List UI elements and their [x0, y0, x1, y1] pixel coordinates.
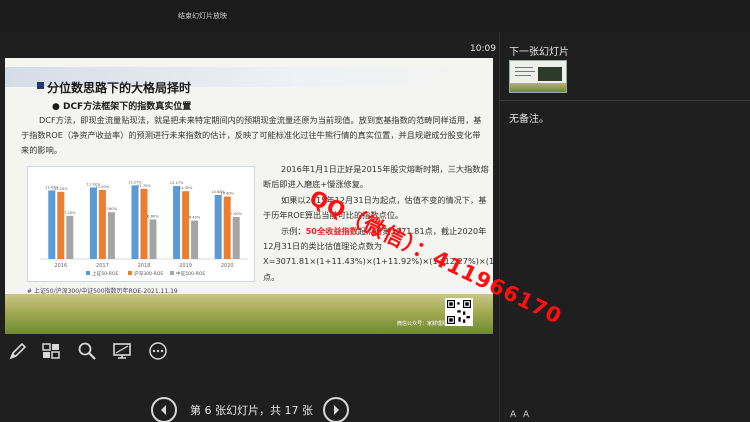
arrow-right-icon — [334, 405, 339, 415]
bar-label: 6.40% — [189, 216, 201, 220]
bar-2016-0 — [48, 190, 56, 259]
bar-2017-1 — [98, 190, 106, 259]
bar-2018-1 — [140, 188, 148, 259]
slide-counter[interactable]: 第 6 张幻灯片，共 17 张 — [190, 402, 313, 418]
font-size-adjust[interactable]: A A — [510, 410, 531, 420]
title-bullet — [37, 82, 44, 89]
bar-label: 7.80% — [106, 207, 118, 211]
bar-label: 11.70% — [137, 184, 151, 188]
bar-2019-1 — [182, 191, 190, 259]
more-icon[interactable] — [147, 340, 169, 362]
panel-separator — [499, 32, 500, 422]
bar-label: 6.60% — [147, 214, 159, 218]
bar-2019-2 — [191, 220, 199, 259]
qr-label: 微信公众号：家财理财说 — [397, 321, 453, 327]
next-slide-label: 下一张幻灯片 — [509, 47, 569, 58]
example-prefix: 示例： — [281, 225, 306, 236]
grass-background — [5, 294, 493, 334]
arrow-left-icon — [161, 405, 166, 415]
presenter-toolbar: 结束幻灯片放映 — [0, 0, 750, 32]
bar-2017-2 — [107, 212, 115, 259]
legend-swatch — [86, 271, 90, 275]
legend-label: 中证500-ROE — [176, 270, 205, 277]
bar-2020-1 — [223, 196, 231, 259]
thumb-chart — [538, 67, 562, 81]
bar-2020-0 — [214, 194, 222, 259]
slide-paragraph: DCF方法，即现金流量贴现法，就是把未来特定期间内的预期现金流量还原为当前现值。… — [21, 115, 482, 155]
bar-label: 11.50% — [96, 185, 110, 189]
slide-title: 分位数思路下的大格局择时 — [47, 81, 192, 95]
bar-label: 10.40% — [220, 192, 234, 196]
pen-icon[interactable] — [7, 340, 29, 362]
x-tick-label: 2020 — [221, 263, 234, 269]
bar-label: 12.17% — [170, 181, 184, 185]
right-paragraph-1: 2016年1月1日正好是2015年股灾熔断时期，三大指数熔断后即进入磨底+慢涨修… — [263, 164, 489, 190]
legend-swatch — [128, 271, 132, 275]
legend-label: 上证50-ROE — [92, 270, 118, 277]
panel-divider — [500, 100, 750, 101]
slides-grid-icon[interactable] — [40, 340, 62, 362]
previous-slide-button[interactable] — [151, 397, 177, 422]
x-tick-label: 2016 — [54, 263, 67, 269]
next-slide-thumbnail[interactable] — [509, 60, 567, 93]
bar-2016-1 — [57, 191, 65, 259]
slide-subtitle: ● DCF方法框架下的指数真实位置 — [52, 102, 192, 112]
roe-chart: 11.43% 11.20% 7.20% 2016 11.92% 11.50% 7.80% 20… — [27, 166, 255, 282]
x-tick-label: 2017 — [96, 263, 109, 269]
bar-label: 11.30% — [179, 186, 193, 190]
thumb-grass — [510, 83, 566, 92]
bar-2018-2 — [149, 219, 157, 259]
bar-label: 7.00% — [230, 212, 242, 216]
qr-code-icon — [445, 298, 473, 326]
bar-label: 7.20% — [64, 211, 76, 215]
bar-label: 11.20% — [54, 187, 68, 191]
bar-2020-2 — [232, 217, 240, 259]
bar-2018-0 — [131, 185, 139, 259]
roe-chart-svg: 11.43%11.20%7.20%201611.92%11.50%7.80%20… — [40, 180, 248, 277]
speaker-notes: 无备注。 — [509, 114, 549, 125]
thumb-line — [515, 67, 533, 68]
zoom-icon[interactable] — [76, 340, 98, 362]
end-slideshow-button[interactable]: 结束幻灯片放映 — [178, 11, 227, 21]
thumb-line — [515, 71, 535, 72]
clock: 10:09 — [470, 44, 496, 54]
bar-2019-0 — [173, 185, 181, 259]
x-tick-label: 2018 — [138, 263, 151, 269]
legend-label: 沪深300-ROE — [134, 270, 163, 277]
current-slide[interactable]: 分位数思路下的大格局择时 ● DCF方法框架下的指数真实位置 DCF方法，即现金… — [5, 58, 493, 334]
screen-icon[interactable] — [111, 340, 133, 362]
x-tick-label: 2019 — [179, 263, 192, 269]
thumb-line — [515, 75, 531, 76]
next-slide-button[interactable] — [323, 397, 349, 422]
bar-2016-2 — [66, 215, 74, 259]
legend-swatch — [170, 271, 174, 275]
bar-2017-0 — [89, 187, 97, 259]
